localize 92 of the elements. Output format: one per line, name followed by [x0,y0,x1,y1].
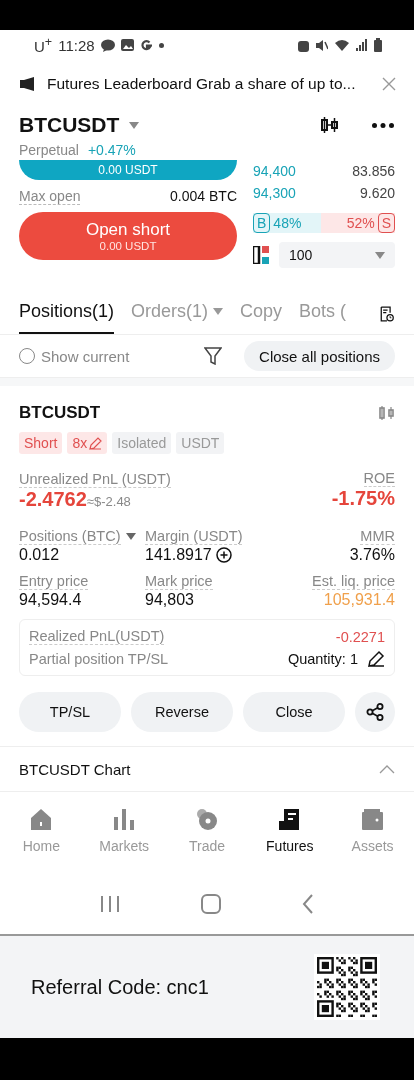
image-icon [120,39,134,51]
realized-pnl-value: -0.2271 [335,628,385,645]
edit-icon[interactable] [368,650,385,667]
dropdown-caret-icon[interactable] [125,533,136,540]
nav-tab[interactable]: Home [0,800,83,874]
stat-label: Est. liq. price [312,573,395,590]
tab[interactable]: Orders(1) [131,301,224,334]
stat-value: 94,803 [145,591,194,609]
sell-badge: S [377,213,395,233]
chevron-up-icon [379,764,395,774]
filter-icon[interactable] [204,347,223,365]
stat-label: Entry price [19,573,89,590]
nav-tab[interactable]: Trade [165,800,249,874]
tag: USDT [176,432,225,454]
position-action-button[interactable]: Reverse [131,692,233,732]
chart-section-header[interactable]: BTCUSDT Chart [0,746,414,792]
add-icon[interactable] [215,547,232,563]
nav-tab[interactable]: Futures [248,800,332,874]
tab[interactable]: Copy [240,301,283,334]
tpsl-quantity-text: Quantity: 1 [287,650,358,667]
home-button-icon[interactable] [201,894,221,914]
nav-tab[interactable]: Markets [82,800,166,874]
referral-code-text: Referral Code: cnc1 [31,975,209,999]
leverage-tag[interactable]: 8x [67,432,108,454]
share-icon [366,703,384,721]
open-long-button[interactable]: 0.00 USDT [19,160,237,180]
stat-value: 3.76% [349,546,395,564]
price-change-text: +0.47% [87,142,136,158]
stat-value: 105,931.4 [323,591,395,609]
edit-icon [89,436,103,450]
more-icon[interactable] [372,122,394,128]
tab[interactable]: Bots ( [299,301,347,334]
recent-apps-icon[interactable] [100,895,121,913]
close-all-positions-button[interactable]: Close all positions [244,341,395,371]
bid-price[interactable]: 94,400 [253,163,296,179]
roe-value: -1.75% [331,487,395,510]
dot-icon [158,42,164,48]
chat-icon [100,38,115,52]
nav-tab[interactable]: Assets [331,800,414,874]
open-short-button[interactable]: Open short 0.00 USDT [19,212,237,260]
close-icon[interactable] [382,77,396,91]
stat-label: Mark price [145,573,213,590]
bid-price[interactable]: 94,300 [253,185,296,201]
stat-label: MMR [360,528,395,545]
carrier-label: U$^{+}$ [34,35,53,55]
stat-label: Positions (BTC) [19,528,121,545]
stat-value: 0.012 [19,546,60,564]
roe-label: ROE [363,470,395,487]
position-symbol: BTCUSDT [19,403,101,423]
wifi-icon [334,39,350,51]
buy-ratio-text: 48% [273,215,302,231]
max-open-label: Max open [19,187,81,205]
battery-icon [374,38,382,52]
position-action-button[interactable]: TP/SL [19,692,121,732]
usd-equivalent-text: ≈$-2.48 [86,494,131,509]
qr-code-icon [317,957,377,1017]
assets-icon [361,808,385,831]
megaphone-icon [20,77,37,91]
buy-badge: B [253,213,271,233]
trade-icon [195,808,219,831]
share-button[interactable] [355,692,395,732]
candlestick-chart-icon[interactable] [320,117,340,133]
unrealized-pnl-label: Unrealized PnL (USDT) [19,471,171,488]
mute-icon [315,38,328,52]
clock-time: 11:28 [58,36,95,54]
partial-tpsl-label: Partial position TP/SL [29,650,169,667]
sell-ratio-text: 52% [346,215,375,231]
signal-icon [356,39,368,51]
futures-icon [278,808,302,831]
dropdown-caret-icon[interactable] [129,121,140,129]
stat-value: 141.8917 [145,546,212,564]
markets-icon [112,808,136,831]
dropdown-caret-icon [375,251,385,259]
bid-amount: 9.620 [359,185,395,201]
tab[interactable]: Positions(1) [19,301,115,334]
depth-dropdown[interactable]: 100 [279,242,395,268]
unrealized-pnl-value: -2.4762 [19,488,87,510]
show-current-label: Show current [41,347,130,365]
order-book-layout-icon[interactable] [253,246,269,264]
stat-label: Margin (USDT) [145,528,243,545]
symbol-title[interactable]: BTCUSDT [19,113,120,137]
realized-pnl-label: Realized PnL(USDT) [29,628,165,645]
tag: Isolated [112,432,172,454]
bid-amount: 83.856 [352,163,395,179]
side-tag: Short [19,432,63,454]
stat-value: 94,594.4 [19,591,82,609]
contract-type-label: Perpetual [19,142,79,158]
back-icon[interactable] [301,894,314,914]
dropdown-caret-icon [213,308,224,315]
max-open-value: 0.004 BTC [170,188,237,204]
home-icon [29,808,53,831]
position-action-button[interactable]: Close [243,692,345,732]
